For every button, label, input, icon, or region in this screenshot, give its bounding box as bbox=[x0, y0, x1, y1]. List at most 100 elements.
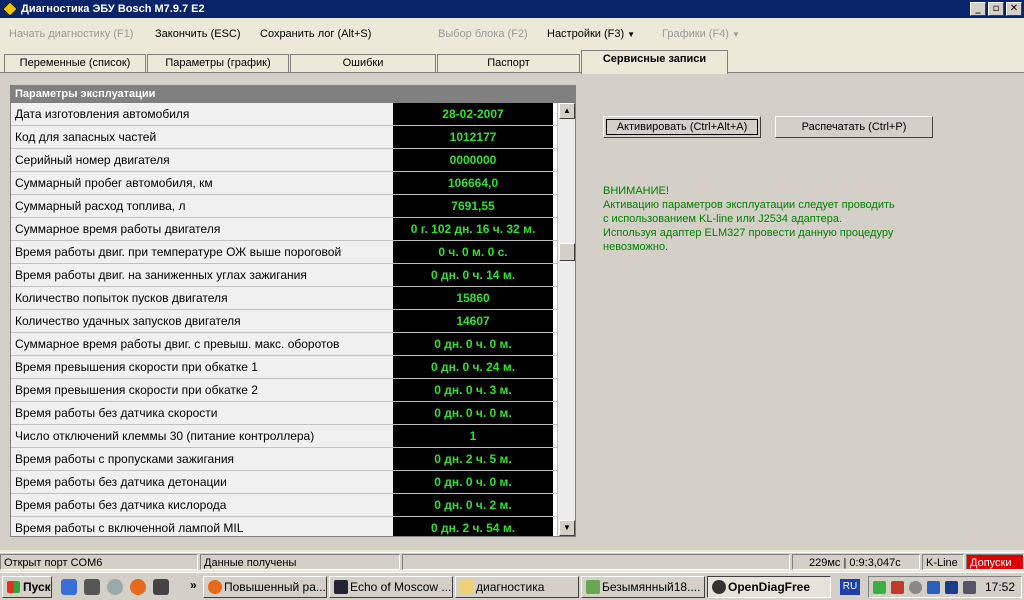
table-row[interactable]: Время превышения скорости при обкатке 10… bbox=[11, 356, 557, 379]
folder-icon bbox=[460, 580, 474, 594]
notice-line: Используя адаптер ELM327 провести данную… bbox=[603, 227, 894, 239]
task-label: Безымянный18.... bbox=[602, 580, 701, 594]
menu-settings[interactable]: Настройки (F3) ▼ bbox=[547, 28, 635, 40]
menu-start-diagnostics[interactable]: Начать диагностику (F1) bbox=[9, 28, 133, 40]
tray-usb-icon[interactable] bbox=[927, 581, 940, 594]
menu-select-block[interactable]: Выбор блока (F2) bbox=[438, 28, 528, 40]
table-row[interactable]: Время работы без датчика кислорода 0 дн. … bbox=[11, 494, 557, 517]
param-value: 0 дн. 2 ч. 54 м. bbox=[393, 517, 553, 536]
task-button-active[interactable]: OpenDiagFree bbox=[707, 576, 831, 598]
scroll-thumb[interactable] bbox=[559, 243, 575, 261]
tray-monitor-icon[interactable] bbox=[963, 581, 976, 594]
activate-button[interactable]: Активировать (Ctrl+Alt+A) bbox=[603, 116, 761, 138]
tray-volume-icon[interactable] bbox=[891, 581, 904, 594]
task-button[interactable]: Повышенный ра... bbox=[203, 576, 327, 598]
firefox-icon bbox=[208, 580, 222, 594]
quicklaunch-app-icon[interactable] bbox=[153, 579, 169, 595]
table-row[interactable]: Время работы с включенной лампой MIL 0 дн… bbox=[11, 517, 557, 536]
taskbar: Пуск » Повышенный ра... Echo of Moscow .… bbox=[0, 572, 1024, 600]
close-button[interactable]: ✕ bbox=[1006, 2, 1022, 16]
table-row[interactable]: Суммарное время работы двигателя 0 г. 102… bbox=[11, 218, 557, 241]
table-row[interactable]: Время работы двиг. на заниженных углах з… bbox=[11, 264, 557, 287]
maximize-button[interactable]: ▫ bbox=[988, 2, 1004, 16]
language-indicator[interactable]: RU bbox=[840, 579, 860, 595]
param-value: 28-02-2007 bbox=[393, 103, 553, 125]
param-value: 1 bbox=[393, 425, 553, 447]
table-row[interactable]: Время работы без датчика скорости 0 дн. 0… bbox=[11, 402, 557, 425]
start-button[interactable]: Пуск bbox=[2, 576, 52, 598]
menu-finish[interactable]: Закончить (ESC) bbox=[155, 28, 241, 40]
table-row[interactable]: Код для запасных частей 1012177 bbox=[11, 126, 557, 149]
table-row[interactable]: Суммарное время работы двиг. с превыш. м… bbox=[11, 333, 557, 356]
param-value: 0 дн. 0 ч. 14 м. bbox=[393, 264, 553, 286]
table-row[interactable]: Время превышения скорости при обкатке 20… bbox=[11, 379, 557, 402]
dropdown-arrow-icon: ▼ bbox=[731, 30, 740, 39]
tab-strip: Переменные (список) Параметры (график) О… bbox=[0, 50, 1024, 74]
menu-save-log[interactable]: Сохранить лог (Alt+S) bbox=[260, 28, 371, 40]
window-title: Диагностика ЭБУ Bosch M7.9.7 E2 bbox=[21, 3, 205, 15]
table-row[interactable]: Суммарный расход топлива, л 7691,55 bbox=[11, 195, 557, 218]
table-row[interactable]: Время работы с пропусками зажигания 0 дн.… bbox=[11, 448, 557, 471]
param-value: 0 дн. 0 ч. 24 м. bbox=[393, 356, 553, 378]
table-row[interactable]: Время работы без датчика детонации 0 дн. … bbox=[11, 471, 557, 494]
notice-line: Активацию параметров эксплуатации следуе… bbox=[603, 199, 895, 211]
menu-bar: Начать диагностику (F1) Закончить (ESC) … bbox=[0, 18, 1024, 50]
status-protocol: K-Line bbox=[922, 554, 964, 570]
param-value: 7691,55 bbox=[393, 195, 553, 217]
tray-network-icon[interactable] bbox=[945, 581, 958, 594]
parameters-grid: Параметры эксплуатации Дата изготовления… bbox=[10, 85, 576, 537]
param-name: Количество удачных запусков двигателя bbox=[11, 310, 393, 332]
tray-disk-icon[interactable] bbox=[909, 581, 922, 594]
status-tolerances: Допуски bbox=[966, 554, 1024, 570]
tab-service-records[interactable]: Сервисные записи bbox=[581, 50, 728, 74]
param-name: Суммарный пробег автомобиля, км bbox=[11, 172, 393, 194]
menu-graphs[interactable]: Графики (F4) ▼ bbox=[662, 28, 740, 40]
tab-errors[interactable]: Ошибки bbox=[290, 54, 436, 72]
task-label: диагностика bbox=[476, 580, 545, 594]
scroll-down-icon[interactable]: ▼ bbox=[559, 520, 575, 536]
tray-shield-icon[interactable] bbox=[873, 581, 886, 594]
start-label: Пуск bbox=[23, 580, 51, 594]
param-name: Время работы с пропусками зажигания bbox=[11, 448, 393, 470]
table-row[interactable]: Суммарный пробег автомобиля, км 106664,0 bbox=[11, 172, 557, 195]
vertical-scrollbar[interactable]: ▲ ▼ bbox=[557, 103, 575, 536]
tab-variables-list[interactable]: Переменные (список) bbox=[4, 54, 146, 72]
table-row[interactable]: Количество удачных запусков двигателя 146… bbox=[11, 310, 557, 333]
grid-body: Дата изготовления автомобиля 28-02-2007 Ко… bbox=[11, 103, 557, 536]
system-tray: 17:52 bbox=[868, 576, 1022, 598]
window-controls: _ ▫ ✕ bbox=[970, 2, 1022, 16]
param-name: Суммарное время работы двиг. с превыш. м… bbox=[11, 333, 393, 355]
task-button[interactable]: диагностика bbox=[455, 576, 579, 598]
param-name: Время работы без датчика кислорода bbox=[11, 494, 393, 516]
table-row[interactable]: Дата изготовления автомобиля 28-02-2007 bbox=[11, 103, 557, 126]
opendiag-icon bbox=[712, 580, 726, 594]
scroll-up-icon[interactable]: ▲ bbox=[559, 103, 575, 119]
dropdown-arrow-icon: ▼ bbox=[627, 30, 636, 39]
table-row[interactable]: Время работы двиг. при температуре ОЖ вы… bbox=[11, 241, 557, 264]
param-name: Время работы с включенной лампой MIL bbox=[11, 517, 393, 536]
radio-app-icon bbox=[334, 580, 348, 594]
quicklaunch-more-icon[interactable]: » bbox=[190, 578, 197, 592]
table-row[interactable]: Серийный номер двигателя 0000000 bbox=[11, 149, 557, 172]
param-value: 0 дн. 0 ч. 2 м. bbox=[393, 494, 553, 516]
quicklaunch-browser-icon[interactable] bbox=[61, 579, 77, 595]
quicklaunch-gear-icon[interactable] bbox=[107, 579, 123, 595]
quicklaunch-media-icon[interactable] bbox=[84, 579, 100, 595]
notice-line: невозможно. bbox=[603, 241, 669, 253]
tab-passport[interactable]: Паспорт bbox=[437, 54, 580, 72]
print-button[interactable]: Распечатать (Ctrl+P) bbox=[775, 116, 933, 138]
notice-line: ВНИМАНИЕ! bbox=[603, 185, 669, 197]
param-value: 106664,0 bbox=[393, 172, 553, 194]
windows-logo-icon bbox=[7, 581, 20, 593]
param-value: 0 дн. 0 ч. 3 м. bbox=[393, 379, 553, 401]
task-button[interactable]: Echo of Moscow ... bbox=[329, 576, 453, 598]
param-value: 1012177 bbox=[393, 126, 553, 148]
tab-parameters-graph[interactable]: Параметры (график) bbox=[147, 54, 289, 72]
table-row[interactable]: Число отключений клеммы 30 (питание конт… bbox=[11, 425, 557, 448]
table-row[interactable]: Количество попыток пусков двигателя 15860 bbox=[11, 287, 557, 310]
quicklaunch-firefox-icon[interactable] bbox=[130, 579, 146, 595]
param-value: 0 ч. 0 м. 0 с. bbox=[393, 241, 553, 263]
param-name: Серийный номер двигателя bbox=[11, 149, 393, 171]
task-button[interactable]: Безымянный18.... bbox=[581, 576, 705, 598]
minimize-button[interactable]: _ bbox=[970, 2, 986, 16]
